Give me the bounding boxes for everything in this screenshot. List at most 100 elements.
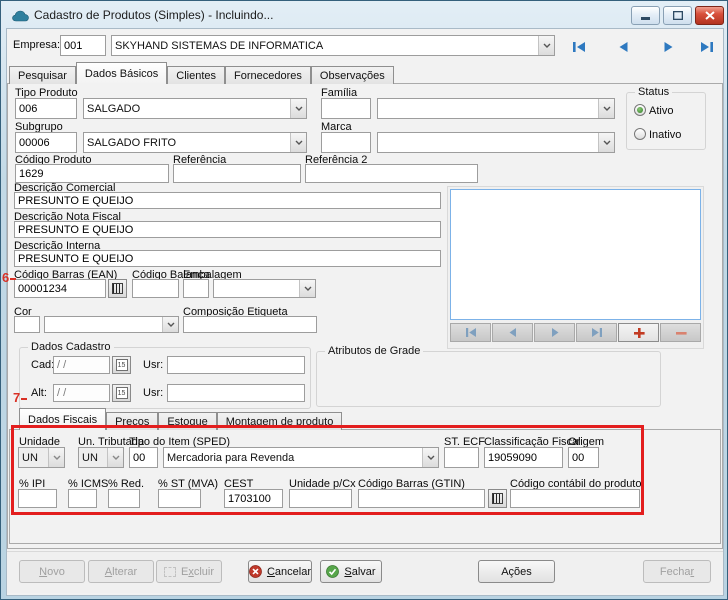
alterar-button[interactable]: Alterar xyxy=(88,560,154,583)
empresa-combo-arrow[interactable] xyxy=(538,36,554,55)
tipo-produto-combo[interactable]: SALGADO xyxy=(83,98,307,119)
familia-combo[interactable] xyxy=(377,98,615,119)
referencia2-input[interactable] xyxy=(305,164,478,183)
fechar-button[interactable]: Fechar xyxy=(643,560,711,583)
familia-combo-arrow[interactable] xyxy=(598,99,614,118)
cor-code-input[interactable] xyxy=(14,316,40,333)
image-previous-button[interactable] xyxy=(492,323,533,342)
status-group-label: Status xyxy=(635,86,672,98)
cor-combo-arrow[interactable] xyxy=(162,317,178,332)
image-last-button[interactable] xyxy=(576,323,617,342)
descricao-nota-fiscal-input[interactable] xyxy=(14,221,441,238)
tab-label: Observações xyxy=(320,70,385,82)
minimize-button[interactable] xyxy=(631,6,660,25)
cad-date-input[interactable] xyxy=(53,356,110,374)
codigo-balanca-input[interactable] xyxy=(132,279,179,298)
calendar-icon: 15 xyxy=(116,387,128,399)
nav-first-button[interactable] xyxy=(569,37,589,57)
maximize-button[interactable] xyxy=(663,6,692,25)
tipo-produto-combo-arrow[interactable] xyxy=(290,99,306,118)
tipo-item-sped-code-input[interactable] xyxy=(129,447,158,468)
subtab-estoque[interactable]: Estoque xyxy=(158,412,216,430)
icms-input[interactable] xyxy=(68,489,97,508)
annotation-7-text: 7 xyxy=(13,390,20,405)
gtin-barcode-button[interactable] xyxy=(488,489,507,508)
embalagem-combo-arrow[interactable] xyxy=(299,280,315,297)
nav-previous-button[interactable] xyxy=(614,37,634,57)
barcode-icon xyxy=(492,493,503,504)
tab-observacoes[interactable]: Observações xyxy=(311,66,394,84)
codigo-barras-ean-input[interactable] xyxy=(14,279,106,298)
origem-input[interactable] xyxy=(568,447,599,468)
marca-combo-arrow[interactable] xyxy=(598,133,614,152)
red-input[interactable] xyxy=(108,489,140,508)
subtab-precos[interactable]: Preços xyxy=(106,412,158,430)
st-ecf-input[interactable] xyxy=(444,447,479,468)
nav-next-button[interactable] xyxy=(658,37,678,57)
alt-date-input[interactable] xyxy=(53,384,110,402)
empresa-combo[interactable]: SKYHAND SISTEMAS DE INFORMATICA xyxy=(111,35,555,56)
embalagem-code-input[interactable] xyxy=(183,279,209,298)
image-first-button[interactable] xyxy=(450,323,491,342)
referencia-input[interactable] xyxy=(173,164,301,183)
subtab-dados-fiscais[interactable]: Dados Fiscais xyxy=(19,408,106,430)
unidade-combo-value: UN xyxy=(19,452,48,464)
image-add-button[interactable] xyxy=(618,323,659,342)
ean-barcode-button[interactable] xyxy=(108,279,127,298)
un-tributada-combo-arrow[interactable] xyxy=(107,448,123,467)
image-remove-button[interactable] xyxy=(660,323,701,342)
excluir-button[interactable]: Excluir xyxy=(156,560,222,583)
cor-combo[interactable] xyxy=(44,316,179,333)
nav-first-icon xyxy=(571,40,587,54)
codigo-barras-gtin-input[interactable] xyxy=(358,489,485,508)
subtab-montagem[interactable]: Montagem de produto xyxy=(217,412,343,430)
cad-usr-label: Usr: xyxy=(143,359,163,371)
codigo-produto-input[interactable] xyxy=(15,164,169,183)
tab-clientes[interactable]: Clientes xyxy=(167,66,225,84)
un-tributada-combo[interactable]: UN xyxy=(78,447,124,468)
alt-calendar-button[interactable]: 15 xyxy=(112,384,131,402)
subgrupo-combo-arrow[interactable] xyxy=(290,133,306,152)
tab-fornecedores[interactable]: Fornecedores xyxy=(225,66,311,84)
nav-previous-icon xyxy=(616,40,632,54)
tab-dados-basicos[interactable]: Dados Básicos xyxy=(76,62,167,84)
familia-code-input[interactable] xyxy=(321,98,371,119)
chevron-down-icon xyxy=(304,286,312,291)
classificacao-fiscal-input[interactable] xyxy=(484,447,563,468)
tipo-item-sped-combo-arrow[interactable] xyxy=(422,448,438,467)
tab-pesquisar[interactable]: Pesquisar xyxy=(9,66,76,84)
subgrupo-code-input[interactable] xyxy=(15,132,77,153)
marca-combo[interactable] xyxy=(377,132,615,153)
composicao-etiqueta-input[interactable] xyxy=(183,316,317,333)
codigo-contabil-input[interactable] xyxy=(510,489,640,508)
subgrupo-combo[interactable]: SALGADO FRITO xyxy=(83,132,307,153)
chevron-down-icon xyxy=(603,106,611,111)
ipi-input[interactable] xyxy=(18,489,57,508)
tipo-item-sped-combo[interactable]: Mercadoria para Revenda xyxy=(163,447,439,468)
image-next-button[interactable] xyxy=(534,323,575,342)
subtab-label: Preços xyxy=(115,416,149,428)
embalagem-combo[interactable] xyxy=(213,279,316,298)
descricao-interna-input[interactable] xyxy=(14,250,441,267)
alt-usr-input[interactable] xyxy=(167,384,305,402)
salvar-button[interactable]: Salvar xyxy=(320,560,382,583)
cest-input[interactable] xyxy=(224,489,283,508)
cad-usr-input[interactable] xyxy=(167,356,305,374)
unidade-combo[interactable]: UN xyxy=(18,447,65,468)
descricao-comercial-input[interactable] xyxy=(14,192,441,209)
nav-last-button[interactable] xyxy=(697,37,717,57)
close-button[interactable] xyxy=(695,6,724,25)
radio-ativo[interactable] xyxy=(634,104,646,116)
cad-calendar-button[interactable]: 15 xyxy=(112,356,131,374)
unidade-pcx-input[interactable] xyxy=(289,489,352,508)
st-mva-input[interactable] xyxy=(158,489,201,508)
unidade-combo-arrow[interactable] xyxy=(48,448,64,467)
cancelar-button[interactable]: Cancelar xyxy=(248,560,312,583)
novo-button[interactable]: Novo xyxy=(19,560,85,583)
window-titlebar[interactable]: Cadastro de Produtos (Simples) - Incluin… xyxy=(2,1,728,28)
empresa-code-input[interactable] xyxy=(60,35,106,56)
tipo-produto-code-input[interactable] xyxy=(15,98,77,119)
marca-code-input[interactable] xyxy=(321,132,371,153)
radio-inativo[interactable] xyxy=(634,128,646,140)
acoes-button[interactable]: Ações xyxy=(478,560,555,583)
